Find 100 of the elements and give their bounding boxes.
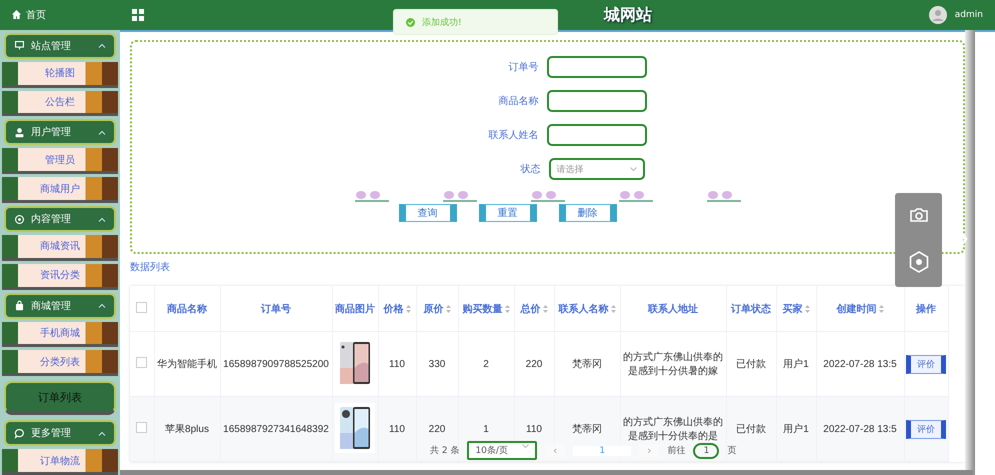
table-cell: 220 — [526, 358, 542, 370]
column-header: 商品图片 — [335, 302, 375, 316]
table-cell: 1658987909788525200 — [223, 358, 329, 370]
sort-icon[interactable] — [504, 304, 510, 312]
sidebar-item[interactable]: 资讯分类 — [2, 264, 118, 290]
goto-label: 前往 — [667, 444, 686, 457]
flower-drawing — [440, 190, 478, 202]
field-label: 商品名称 — [498, 94, 538, 108]
home-icon — [12, 10, 21, 20]
bag-icon — [14, 300, 25, 312]
field-label: 订单号 — [508, 60, 538, 74]
circle-icon — [14, 214, 25, 225]
chevron-down-icon — [630, 167, 636, 171]
page-input[interactable]: 1 — [693, 442, 720, 458]
ribbon-button[interactable]: 删除 — [558, 204, 616, 222]
sidebar-item[interactable]: 订单物流 — [2, 449, 118, 475]
page-number[interactable]: 1 — [573, 446, 632, 456]
chevron-down-icon — [522, 444, 529, 448]
sort-icon[interactable] — [542, 304, 548, 312]
sort-icon[interactable] — [610, 304, 616, 312]
flower-drawing — [352, 190, 390, 202]
table-cell: 1 — [483, 424, 489, 434]
home-menu-item[interactable]: 首页 — [0, 0, 120, 30]
table-cell: 的方式广东佛山供奉的是感到十分供暑的嫁 — [623, 352, 723, 377]
sort-icon[interactable] — [804, 304, 810, 312]
column-header: 买家 — [782, 302, 802, 316]
ribbon-button[interactable]: 查询 — [398, 204, 456, 222]
table-cell: 已付款 — [736, 424, 766, 435]
review-button[interactable]: 评价 — [906, 420, 946, 438]
flower-drawing — [616, 190, 654, 202]
site-title: 城网站 — [604, 4, 652, 26]
sidebar-group[interactable]: 商城管理 — [4, 292, 116, 319]
field-label: 状态 — [520, 162, 540, 176]
sidebar-item[interactable]: 分类列表 — [2, 350, 118, 376]
sidebar-item[interactable]: 商城资讯 — [2, 234, 118, 261]
sidebar-group[interactable]: 更多管理 — [4, 420, 116, 446]
check-circle-icon — [406, 18, 415, 26]
column-header: 创建时间 — [836, 302, 876, 316]
chat-icon — [14, 428, 25, 439]
scrollbar[interactable] — [120, 470, 973, 475]
column-header: 原价 — [424, 302, 444, 316]
column-header: 商品名称 — [167, 302, 207, 316]
flower-drawing — [528, 190, 566, 202]
column-header: 联系人名称 — [558, 302, 608, 316]
table-cell: 110 — [389, 358, 405, 370]
table-cell: 2022-07-28 13:5 — [823, 358, 897, 370]
sidebar-item[interactable]: 轮播图 — [2, 62, 118, 88]
data-list-link[interactable]: 数据列表 — [130, 260, 170, 274]
page-size-select[interactable]: 10条/页 — [467, 441, 537, 460]
menu-icon[interactable] — [132, 9, 144, 21]
sort-icon[interactable] — [406, 304, 410, 312]
total-count: 共 2 条 — [430, 444, 460, 457]
sidebar-item[interactable]: 手机商城 — [2, 322, 118, 348]
table-cell: 用户1 — [783, 424, 809, 435]
column-header: 订单状态 — [731, 302, 771, 316]
user-icon — [14, 126, 25, 138]
table-cell: 110 — [526, 424, 542, 434]
column-header: 价格 — [384, 302, 404, 316]
table-cell: 1658987927341648392 — [223, 424, 329, 434]
avatar-icon[interactable] — [928, 6, 947, 24]
monitor-icon — [14, 40, 25, 52]
table-cell: 330 — [428, 358, 446, 370]
sidebar-item[interactable]: 订单列表 — [4, 381, 116, 416]
column-header: 操作 — [916, 302, 936, 316]
table-cell: 梵蒂冈 — [572, 359, 602, 370]
column-header: 购买数量 — [462, 302, 502, 316]
checkbox[interactable] — [136, 357, 148, 368]
table-cell: 梵蒂冈 — [572, 424, 602, 435]
hexagon-icon[interactable] — [908, 251, 928, 273]
field-label: 联系人姓名 — [488, 128, 538, 142]
ribbon-button[interactable]: 重置 — [478, 204, 536, 222]
sort-icon[interactable] — [878, 304, 884, 312]
table-cell: 用户1 — [783, 359, 809, 370]
column-header: 订单号 — [261, 302, 291, 316]
input-field[interactable] — [546, 56, 646, 78]
input-field[interactable] — [546, 90, 646, 112]
table-cell: 2022-07-28 13:5 — [823, 424, 897, 434]
toast-message: 添加成功! — [422, 16, 462, 28]
checkbox[interactable] — [136, 302, 148, 312]
sidebar-group[interactable]: 内容管理 — [4, 206, 116, 232]
sidebar-item[interactable]: 商城用户 — [2, 177, 118, 204]
input-field[interactable] — [546, 124, 646, 146]
sidebar-item[interactable]: 公告栏 — [2, 90, 118, 116]
page-suffix: 页 — [727, 445, 736, 457]
table-cell: 的方式广东佛山供奉的是感到十分供奉的是 — [623, 417, 723, 442]
camera-icon[interactable] — [908, 207, 928, 223]
table-cell: 2 — [483, 358, 489, 370]
table-cell: 220 — [428, 424, 446, 434]
sort-icon[interactable] — [446, 304, 450, 312]
table-cell: 苹果8plus — [165, 424, 209, 435]
sidebar-item[interactable]: 管理员 — [2, 148, 118, 174]
sidebar-group[interactable]: 用户管理 — [4, 119, 116, 146]
review-button[interactable]: 评价 — [906, 354, 946, 374]
user-name[interactable]: admin — [954, 10, 983, 20]
sidebar-group[interactable]: 站点管理 — [4, 32, 116, 59]
column-header: 总价 — [520, 302, 540, 316]
column-header: 联系人地址 — [648, 302, 698, 316]
checkbox[interactable] — [136, 422, 148, 433]
table-cell: 110 — [389, 424, 405, 434]
status-select[interactable]: 请选择 — [548, 158, 644, 180]
